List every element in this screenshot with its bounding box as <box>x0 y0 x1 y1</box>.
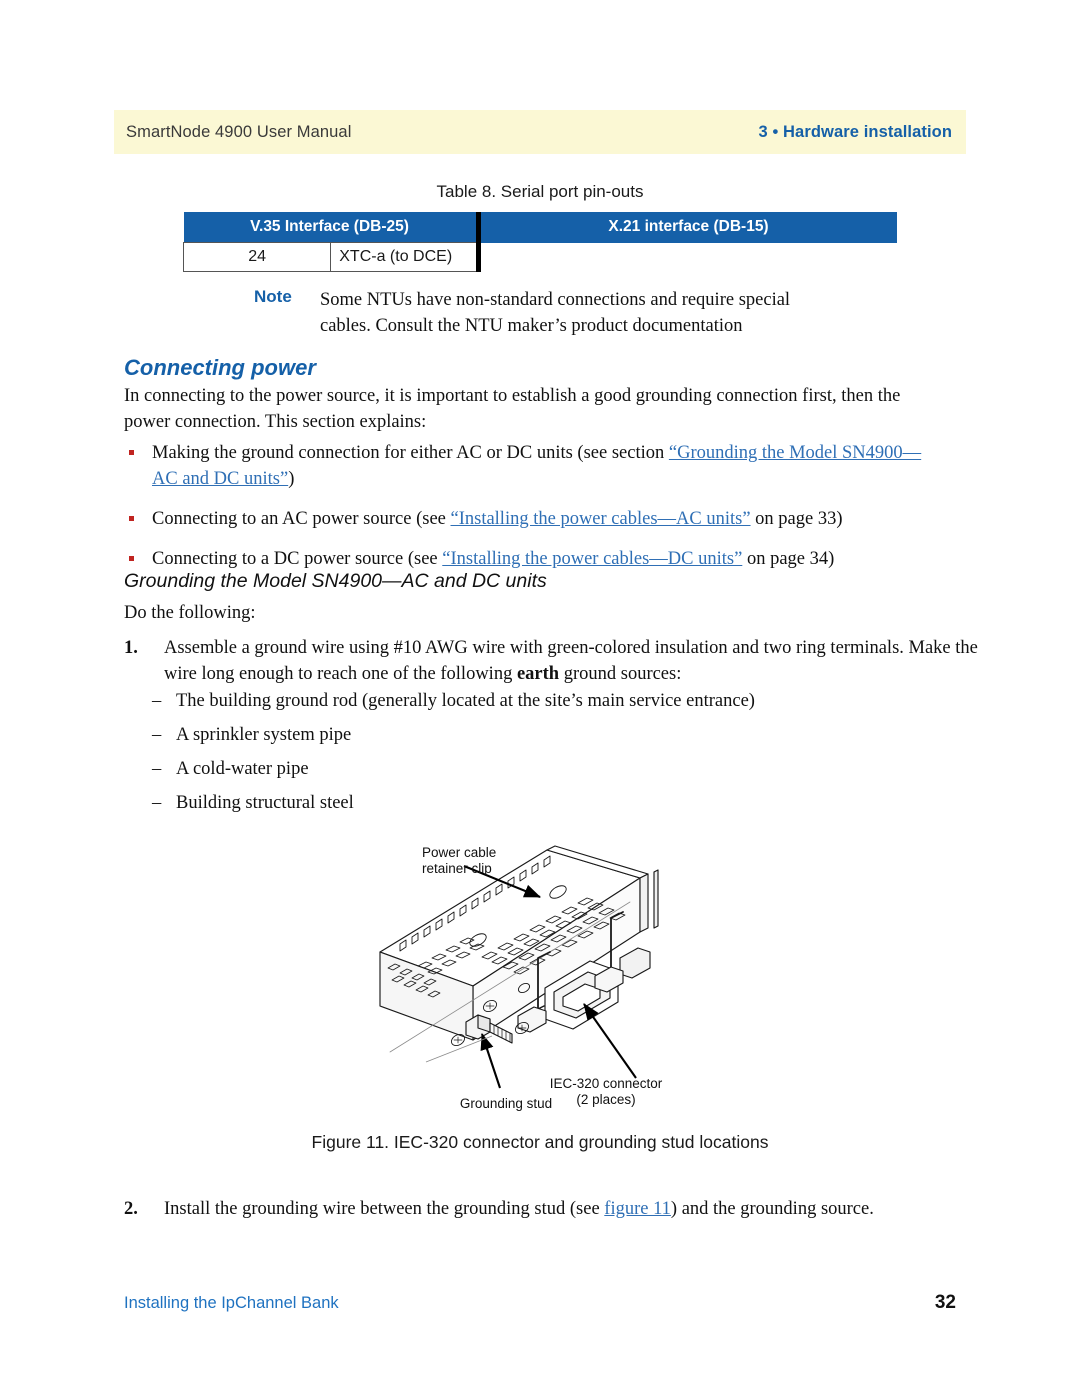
table-cell-x21-empty <box>478 243 897 272</box>
note-label-spacer <box>254 313 320 339</box>
list-item: Connecting to an AC power source (see “I… <box>124 506 934 532</box>
callout-iec-line2: (2 places) <box>576 1092 635 1107</box>
bullet-text-post: on page 34) <box>742 549 835 569</box>
ground-sources-list: – The building ground rod (generally loc… <box>152 688 932 824</box>
note-first-line: Note Some NTUs have non-standard connect… <box>254 287 954 313</box>
bullet-text-post: on page 33) <box>750 509 843 529</box>
step-text-post: ground sources: <box>559 664 682 684</box>
page-number: 32 <box>934 1292 956 1313</box>
step-text-post: ) and the grounding source. <box>670 1199 874 1219</box>
dash-marker-icon: – <box>152 725 162 745</box>
list-item: Connecting to a DC power source (see “In… <box>124 546 934 572</box>
header-chapter-title: 3 • Hardware installation <box>758 122 952 141</box>
bullet-marker-icon <box>129 556 134 561</box>
step-text-pre: Install the grounding wire between the g… <box>164 1199 605 1219</box>
dash-marker-icon: – <box>152 793 162 813</box>
cross-reference-link[interactable]: “Installing the power cables—AC units” <box>451 509 751 529</box>
table-header-x21: X.21 interface (DB-15) <box>475 212 897 243</box>
serial-pinout-table: V.35 Interface (DB-25) X.21 interface (D… <box>182 212 897 272</box>
cross-reference-link[interactable]: “Installing the power cables—DC units” <box>442 549 742 569</box>
bullet-marker-icon <box>129 516 134 521</box>
bullet-text-pre: Making the ground connection for either … <box>152 443 669 463</box>
dash-marker-icon: – <box>152 759 162 779</box>
dash-marker-icon: – <box>152 691 162 711</box>
ground-source-text: The building ground rod (generally locat… <box>176 691 755 711</box>
note-label: Note <box>254 287 292 306</box>
figure-caption: Figure 11. IEC-320 connector and groundi… <box>311 1132 769 1152</box>
header-manual-title: SmartNode 4900 User Manual <box>126 122 352 141</box>
note-block: Note Some NTUs have non-standard connect… <box>254 287 954 339</box>
bullet-text-post: ) <box>288 469 295 489</box>
figure-reference-link[interactable]: figure 11 <box>604 1199 671 1219</box>
step-number: 1. <box>124 638 138 658</box>
ground-source-text: A sprinkler system pipe <box>176 725 352 745</box>
list-item: – The building ground rod (generally loc… <box>152 688 932 714</box>
table-cell-pin-number: 24 <box>182 242 332 272</box>
list-item: – Building structural steel <box>152 790 932 816</box>
intro-paragraph: In connecting to the power source, it is… <box>124 386 901 432</box>
heading-connecting-power: Connecting power <box>124 355 316 380</box>
bullet-text-pre: Connecting to a DC power source (see <box>152 549 443 569</box>
list-item-step-2: 2. Install the grounding wire between the… <box>124 1196 982 1222</box>
table-cell-signal-name: XTC-a (to DCE) <box>330 242 481 272</box>
callout-power-cable-line2: retainer clip <box>422 861 492 876</box>
table-header-row: V.35 Interface (DB-25) X.21 interface (D… <box>183 212 897 243</box>
figure-iec320-grounding-stud: Power cable retainer clip IEC-320 connec… <box>372 840 712 1130</box>
note-text-line1: Some NTUs have non-standard connections … <box>320 290 791 310</box>
page-header: SmartNode 4900 User Manual 3 • Hardware … <box>114 110 966 154</box>
chassis-isometric-drawing: Power cable retainer clip IEC-320 connec… <box>379 845 663 1111</box>
list-item-step-1: 1. Assemble a ground wire using #10 AWG w… <box>124 635 982 687</box>
page-footer: Installing the IpChannel Bank 32 <box>124 1292 956 1314</box>
list-item: – A sprinkler system pipe <box>152 722 932 748</box>
callout-grounding-stud: Grounding stud <box>460 1096 552 1111</box>
bullet-text-pre: Connecting to an AC power source (see <box>152 509 451 529</box>
connecting-power-bullet-list: Making the ground connection for either … <box>124 440 934 586</box>
table-row: 24 XTC-a (to DCE) <box>182 242 897 272</box>
table-caption: Table 8. Serial port pin-outs <box>436 182 644 201</box>
list-item: – A cold-water pipe <box>152 756 932 782</box>
table-header-v35: V.35 Interface (DB-25) <box>183 212 478 243</box>
heading-grounding-model: Grounding the Model SN4900—AC and DC uni… <box>124 570 547 592</box>
callout-iec-line1: IEC-320 connector <box>550 1076 663 1091</box>
ground-source-text: A cold-water pipe <box>176 759 309 779</box>
do-the-following-text: Do the following: <box>124 603 256 623</box>
list-item: Making the ground connection for either … <box>124 440 934 492</box>
callout-power-cable-line1: Power cable <box>422 845 496 860</box>
footer-section-title: Installing the IpChannel Bank <box>124 1294 339 1312</box>
ground-source-text: Building structural steel <box>176 793 354 813</box>
step-number: 2. <box>124 1199 138 1219</box>
note-text-line2: cables. Consult the NTU maker’s product … <box>320 316 743 336</box>
note-second-line: cables. Consult the NTU maker’s product … <box>254 313 954 339</box>
bullet-marker-icon <box>129 450 134 455</box>
step-emphasis: earth <box>516 664 560 684</box>
